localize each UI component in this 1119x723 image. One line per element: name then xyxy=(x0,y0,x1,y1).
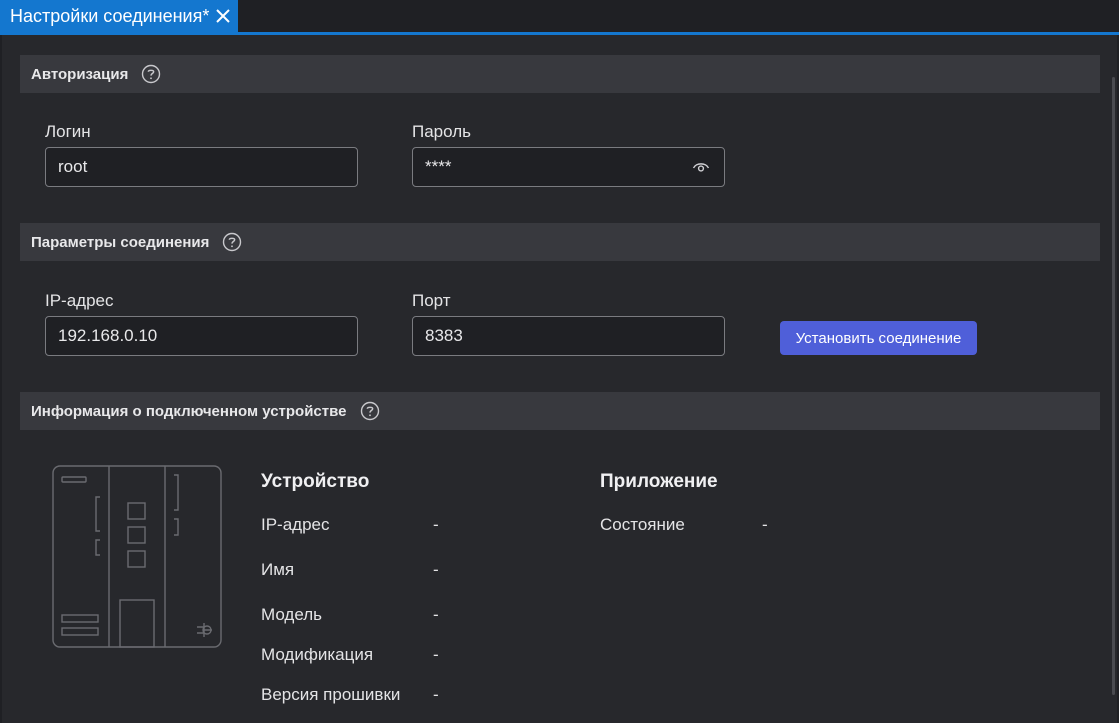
tab-title: Настройки соединения* xyxy=(10,5,210,26)
app-state-value: - xyxy=(762,515,768,534)
port-input[interactable]: 8383 xyxy=(412,316,725,356)
eye-icon[interactable] xyxy=(692,160,710,174)
ip-label: IP-адрес xyxy=(45,291,114,310)
section-header-auth: Авторизация xyxy=(20,55,1100,93)
device-column-title: Устройство xyxy=(261,471,370,492)
device-ip-value: - xyxy=(433,515,439,534)
login-value: root xyxy=(58,157,88,176)
help-icon[interactable] xyxy=(141,64,161,84)
password-input[interactable]: **** xyxy=(412,147,725,187)
close-icon[interactable] xyxy=(213,6,233,26)
section-header-connection: Параметры соединения xyxy=(20,223,1100,261)
section-header-device-info: Информация о подключенном устройстве xyxy=(20,392,1100,430)
help-icon[interactable] xyxy=(222,232,242,252)
ip-input[interactable]: 192.168.0.10 xyxy=(45,316,358,356)
device-modification-value: - xyxy=(433,645,439,664)
section-title-auth: Авторизация xyxy=(31,65,129,83)
section-title-device-info: Информация о подключенном устройстве xyxy=(31,402,347,420)
password-label: Пароль xyxy=(412,122,471,141)
password-value: **** xyxy=(425,157,452,176)
device-name-value: - xyxy=(433,560,439,579)
device-firmware-label: Версия прошивки xyxy=(261,685,401,704)
tab-bar: Настройки соединения* xyxy=(0,0,1119,35)
login-input[interactable]: root xyxy=(45,147,358,187)
port-value: 8383 xyxy=(425,326,463,345)
settings-panel: Авторизация Логин root Пароль **** Парам… xyxy=(2,35,1117,723)
vertical-scrollbar[interactable] xyxy=(1112,77,1115,695)
help-icon[interactable] xyxy=(360,401,380,421)
device-model-label: Модель xyxy=(261,605,323,624)
port-label: Порт xyxy=(412,291,451,310)
tab-connection-settings[interactable]: Настройки соединения* xyxy=(0,0,238,32)
device-ip-label: IP-адрес xyxy=(261,515,330,534)
app-column-title: Приложение xyxy=(600,471,718,492)
section-title-connection: Параметры соединения xyxy=(31,233,210,251)
device-modification-label: Модификация xyxy=(261,645,374,664)
ip-value: 192.168.0.10 xyxy=(58,326,158,345)
device-model-value: - xyxy=(433,605,439,624)
connect-button[interactable]: Установить соединение xyxy=(780,321,977,355)
device-name-label: Имя xyxy=(261,560,295,579)
controller-device-icon xyxy=(52,465,222,648)
login-label: Логин xyxy=(45,122,91,141)
app-state-label: Состояние xyxy=(600,515,685,534)
device-firmware-value: - xyxy=(433,685,439,704)
